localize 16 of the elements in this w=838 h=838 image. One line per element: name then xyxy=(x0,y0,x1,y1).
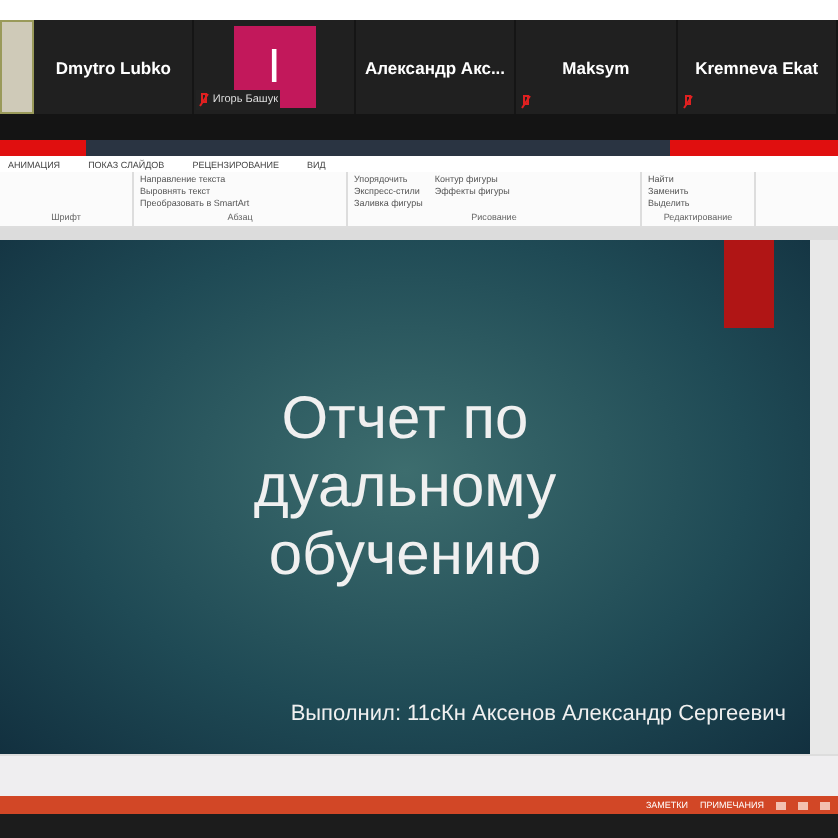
participant-name: Maksym xyxy=(562,57,630,77)
scrollbar[interactable] xyxy=(810,240,838,754)
video-thumbnail xyxy=(0,20,34,114)
participant-tile[interactable]: Maksym xyxy=(516,20,678,114)
view-icon[interactable] xyxy=(776,801,786,809)
view-icon[interactable] xyxy=(820,801,830,809)
view-icon[interactable] xyxy=(798,801,808,809)
participant-tile[interactable]: Kremneva Ekat xyxy=(677,20,838,114)
slide-subtitle: Выполнил: 11сКн Аксенов Александр Сергеевич xyxy=(290,702,786,726)
participant-name: Kremneva Ekat xyxy=(695,57,819,77)
participant-tile[interactable]: Dmytro Lubko xyxy=(34,20,195,114)
participant-name: Dmytro Lubko xyxy=(55,57,172,77)
slide-accent-rectangle xyxy=(724,240,774,328)
slide-title: Отчет по дуальному обучению xyxy=(253,385,557,589)
participant-tile[interactable]: Александр Акс... xyxy=(355,20,517,114)
participant-name: Александр Акс... xyxy=(365,57,506,77)
